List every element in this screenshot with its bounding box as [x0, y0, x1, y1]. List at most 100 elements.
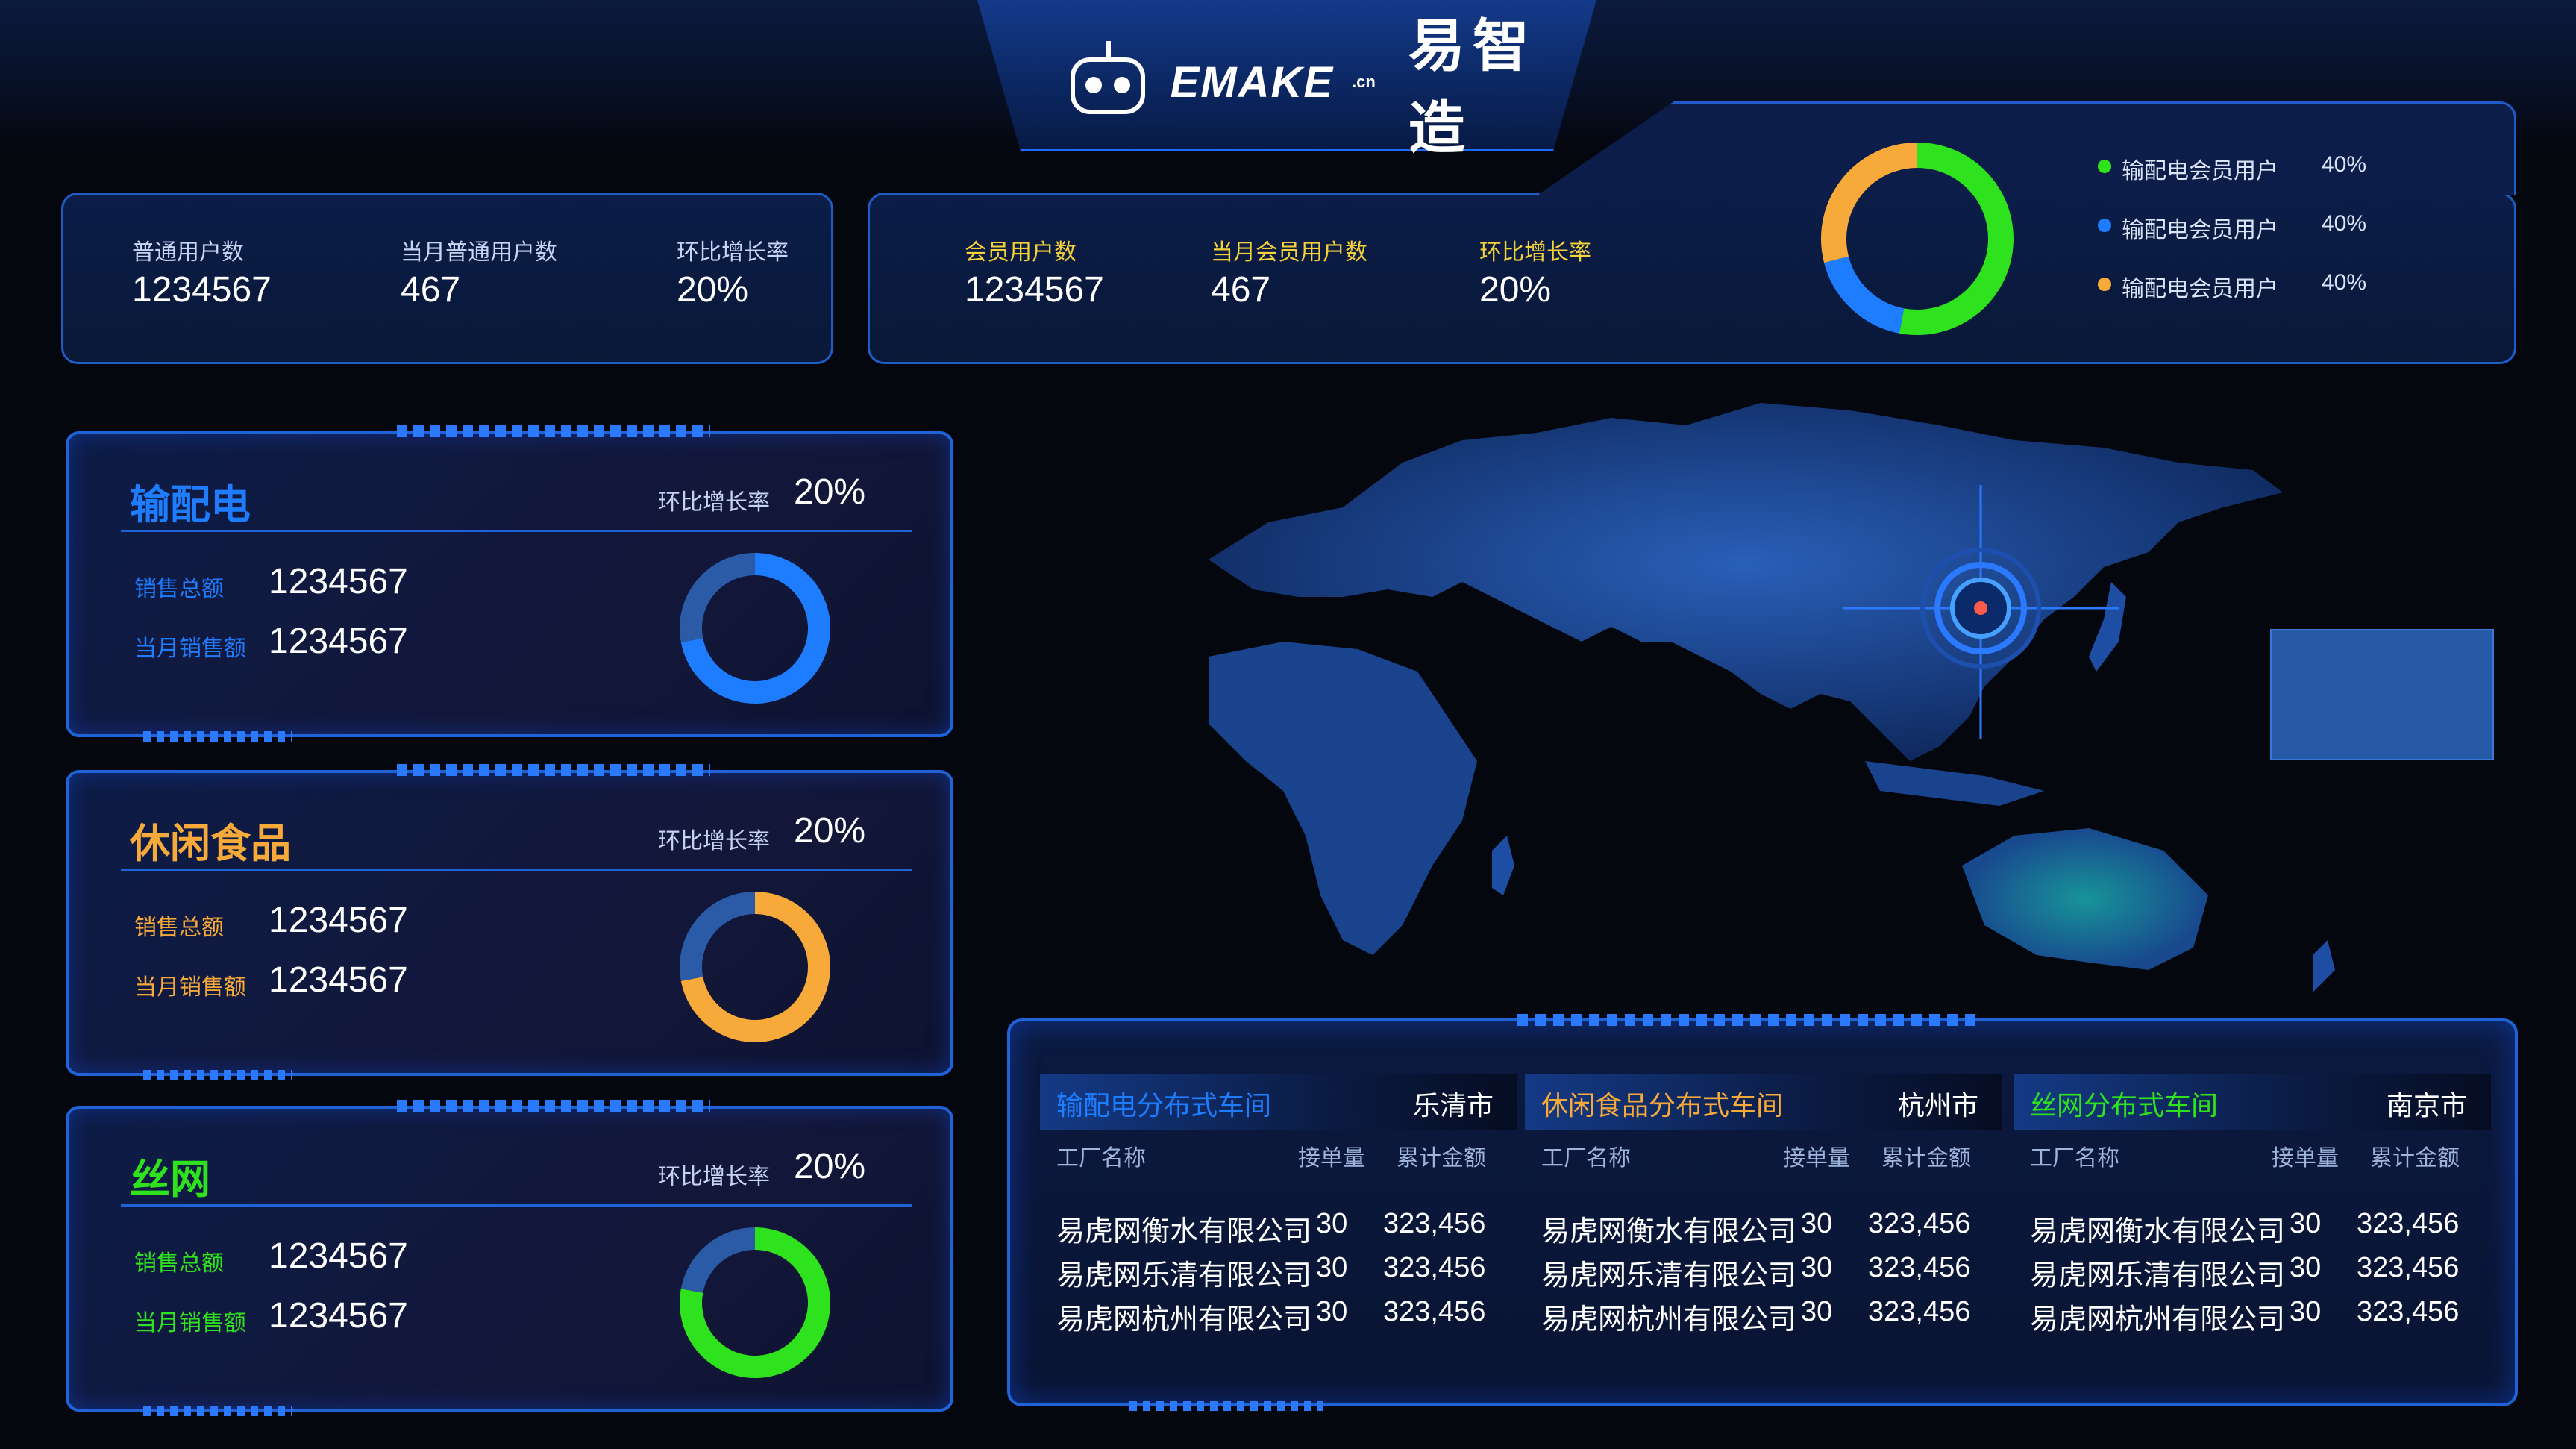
- table-cell: 易虎网乐清有限公司: [2030, 1260, 2286, 1292]
- table-cell: 易虎网衡水有限公司: [1541, 1216, 1797, 1248]
- card-donut-chart: [680, 553, 830, 704]
- table-title: 休闲食品分布式车间: [1541, 1090, 1784, 1121]
- card-donut-chart: [680, 1227, 830, 1378]
- stat-value: 467: [401, 270, 461, 310]
- info-box: [2270, 629, 2494, 760]
- card-month-value: 1234567: [269, 1296, 408, 1336]
- column-header: 工厂名称: [2030, 1146, 2119, 1171]
- card-rate: 20%: [794, 472, 866, 512]
- legend-value: 40%: [2322, 270, 2367, 295]
- table-cell: 323,456: [1383, 1208, 1486, 1239]
- workshop-table: 休闲食品分布式车间 杭州市 工厂名称 接单量 累计金额 易虎网衡水有限公司 30…: [1525, 1021, 2002, 1395]
- card-deco: [397, 425, 710, 437]
- legend-label: 输配电会员用户: [2122, 218, 2278, 242]
- table-cell: 30: [2290, 1252, 2322, 1283]
- card-deco: [143, 1070, 292, 1080]
- card-power: 输配电 环比增长率 20% 销售总额 1234567 当月销售额 1234567: [66, 425, 953, 742]
- card-rate-label: 环比增长率: [658, 829, 770, 854]
- table-cell: 30: [1801, 1296, 1833, 1327]
- card-snack: 休闲食品 环比增长率 20% 销售总额 1234567 当月销售额 123456…: [66, 764, 953, 1080]
- card-month-label: 当月销售额: [134, 975, 246, 1000]
- card-deco: [143, 1406, 292, 1416]
- legend-dot-icon: [2098, 160, 2111, 173]
- card-rate: 20%: [794, 1147, 866, 1186]
- stat-label: 环比增长率: [677, 240, 789, 265]
- card-donut-chart: [680, 892, 830, 1042]
- card-divider: [121, 530, 912, 532]
- table-cell: 易虎网杭州有限公司: [2030, 1304, 2286, 1336]
- table-cell: 易虎网衡水有限公司: [1056, 1216, 1312, 1248]
- donut-segment: [1821, 143, 1918, 263]
- table-title: 丝网分布式车间: [2030, 1090, 2219, 1121]
- table-cell: 323,456: [2357, 1252, 2460, 1283]
- table-cell: 30: [1316, 1252, 1348, 1283]
- card-divider: [121, 869, 912, 871]
- legend-item: 输配电会员用户 40%: [2096, 149, 2454, 187]
- card-month-label: 当月销售额: [134, 1311, 246, 1336]
- donut-segment: [680, 1227, 756, 1294]
- table-cell: 323,456: [1868, 1208, 1971, 1239]
- robot-logo-icon: [1063, 41, 1153, 123]
- logo-text: EMAKE: [1170, 57, 1335, 107]
- africa-shape: [1209, 642, 1477, 955]
- card-rate-label: 环比增长率: [658, 1165, 770, 1189]
- member-donut-chart: [1821, 143, 2014, 335]
- australia-shape: [1962, 828, 2208, 970]
- workshop-table-panel: 输配电分布式车间 乐清市 工厂名称 接单量 累计金额 易虎网衡水有限公司 30 …: [1007, 1014, 2518, 1411]
- stat-value: 20%: [677, 270, 749, 310]
- stat-label: 当月普通用户数: [401, 240, 557, 265]
- legend-label: 输配电会员用户: [2122, 159, 2278, 184]
- table-cell: 易虎网杭州有限公司: [1056, 1304, 1312, 1336]
- card-month-value: 1234567: [269, 622, 408, 661]
- table-cell: 30: [1316, 1296, 1348, 1327]
- table-cell: 30: [1801, 1252, 1833, 1283]
- table-title: 输配电分布式车间: [1056, 1090, 1272, 1121]
- card-deco: [397, 764, 710, 776]
- legend-dot-icon: [2098, 278, 2111, 291]
- card-deco: [143, 731, 292, 742]
- table-cell: 30: [2290, 1208, 2322, 1239]
- table-cell: 易虎网衡水有限公司: [2030, 1216, 2286, 1248]
- card-month-label: 当月销售额: [134, 636, 246, 661]
- table-cell: 30: [1316, 1208, 1348, 1239]
- card-title: 输配电: [130, 483, 251, 528]
- world-map: [1209, 403, 2335, 992]
- column-header: 接单量: [2272, 1146, 2339, 1171]
- stat-label: 当月会员用户数: [1211, 240, 1367, 265]
- card-total-value: 1234567: [269, 901, 408, 940]
- stat-value: 467: [1211, 270, 1271, 310]
- logo-suffix: .cn: [1352, 72, 1376, 91]
- card-deco: [397, 1100, 710, 1112]
- table-cell: 323,456: [1383, 1252, 1486, 1283]
- stat-label: 会员用户数: [965, 240, 1077, 265]
- donut-segment: [680, 553, 756, 642]
- card-total-value: 1234567: [269, 1236, 408, 1276]
- column-header: 接单量: [1783, 1146, 1850, 1171]
- table-city: 南京市: [2387, 1090, 2468, 1121]
- card-total-value: 1234567: [269, 562, 408, 601]
- table-cell: 323,456: [2357, 1208, 2460, 1239]
- card-title: 丝网: [130, 1157, 210, 1202]
- stat-value: 1234567: [965, 270, 1104, 310]
- card-total-label: 销售总额: [134, 1251, 224, 1276]
- table-city: 乐清市: [1413, 1090, 1494, 1121]
- stat-label: 环比增长率: [1479, 240, 1591, 265]
- stat-value: 1234567: [132, 270, 272, 310]
- column-header: 累计金额: [2370, 1146, 2460, 1171]
- donut-segment: [680, 892, 756, 981]
- table-cell: 易虎网乐清有限公司: [1541, 1260, 1797, 1292]
- table-cell: 323,456: [1868, 1296, 1971, 1327]
- stat-value: 20%: [1479, 270, 1552, 310]
- brand-name: 易智造: [1408, 15, 1537, 160]
- legend-label: 输配电会员用户: [2122, 277, 2278, 301]
- table-city: 杭州市: [1898, 1090, 1979, 1121]
- donut-segment: [1824, 256, 1905, 334]
- legend-dot-icon: [2098, 219, 2111, 232]
- card-wire-mesh: 丝网 环比增长率 20% 销售总额 1234567 当月销售额 1234567: [66, 1100, 953, 1416]
- stat-label: 普通用户数: [132, 240, 244, 265]
- table-cell: 323,456: [1383, 1296, 1486, 1327]
- card-month-value: 1234567: [269, 960, 408, 1000]
- table-cell: 323,456: [2357, 1296, 2460, 1327]
- legend-value: 40%: [2322, 152, 2367, 177]
- japan-shape: [2089, 582, 2126, 672]
